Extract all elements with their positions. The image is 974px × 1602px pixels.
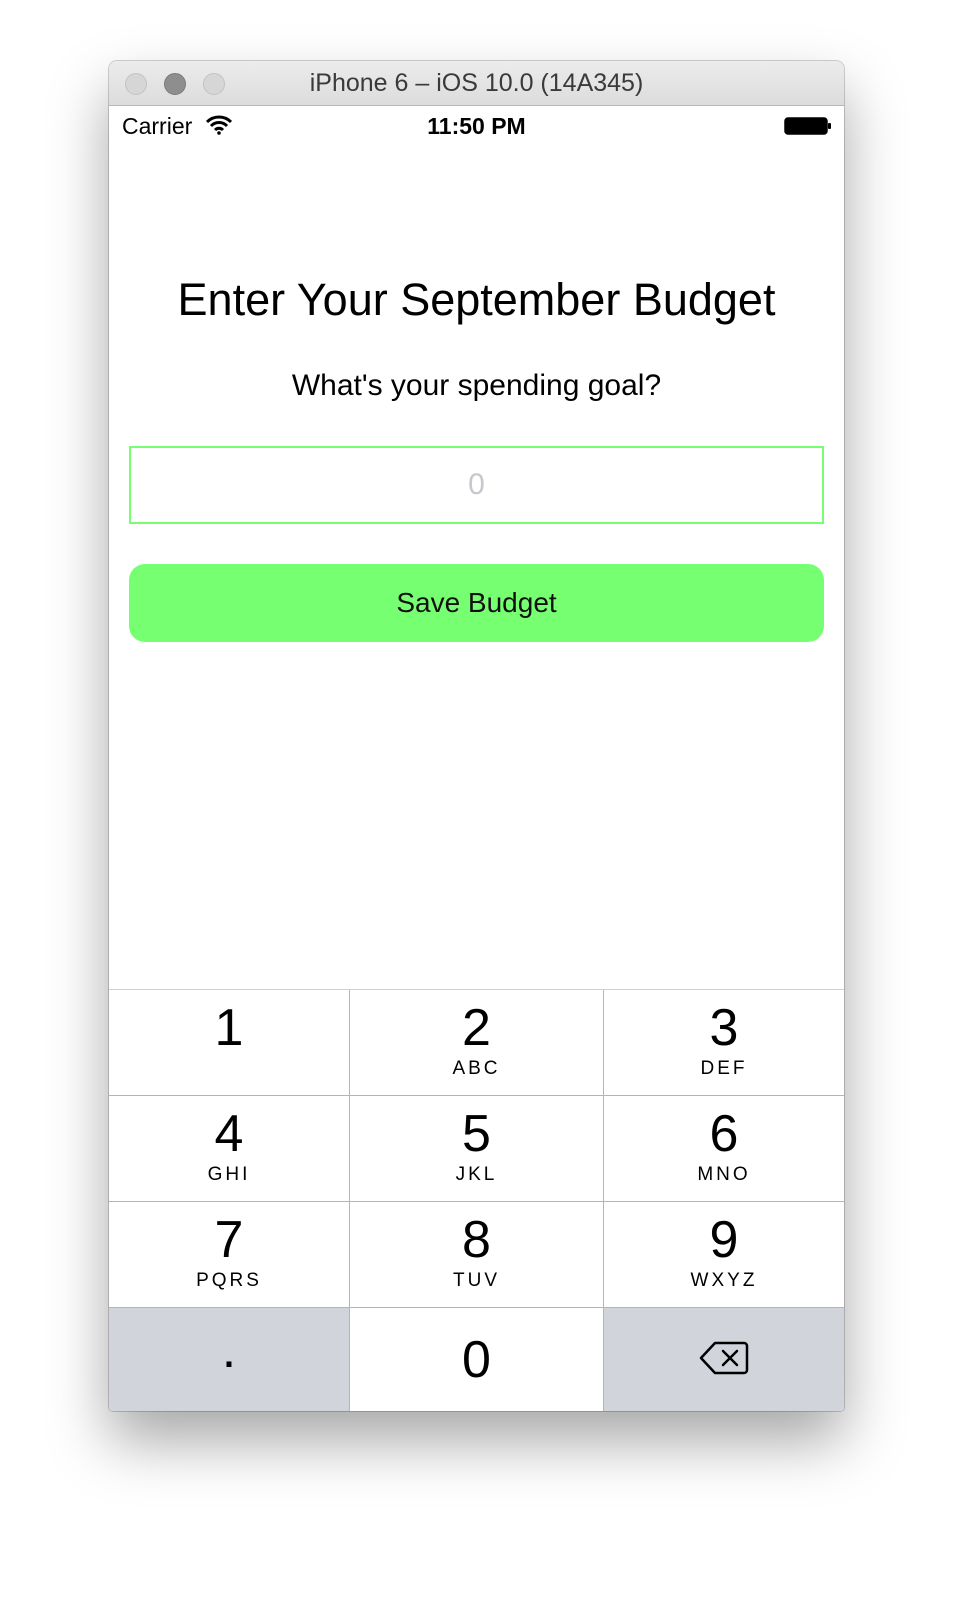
key-letters: PQRS bbox=[196, 1270, 262, 1291]
battery-icon bbox=[784, 117, 831, 135]
key-digit: 7 bbox=[214, 1211, 244, 1269]
key-digit: 8 bbox=[462, 1211, 491, 1269]
key-digit: 9 bbox=[709, 1211, 739, 1269]
keypad-divider bbox=[109, 1095, 844, 1096]
device-screen: Carrier 11:50 PM Enter Your September Bu… bbox=[109, 106, 844, 1411]
key-letters: DEF bbox=[700, 1058, 748, 1079]
save-budget-button[interactable]: Save Budget bbox=[129, 564, 824, 642]
keypad-divider bbox=[109, 1201, 844, 1202]
key-digit: . bbox=[221, 1321, 237, 1379]
key-7[interactable]: 7 PQRS bbox=[109, 1202, 349, 1307]
key-9[interactable]: 9 WXYZ bbox=[604, 1202, 844, 1307]
key-letters: WXYZ bbox=[690, 1270, 758, 1291]
key-decimal[interactable]: . bbox=[109, 1308, 349, 1411]
window-titlebar: iPhone 6 – iOS 10.0 (14A345) bbox=[109, 61, 844, 106]
key-letters: MNO bbox=[697, 1164, 751, 1185]
key-letters: GHI bbox=[207, 1164, 251, 1185]
key-backspace[interactable] bbox=[604, 1308, 844, 1411]
status-bar: Carrier 11:50 PM bbox=[109, 106, 844, 146]
key-digit: 0 bbox=[462, 1331, 491, 1389]
key-digit: 5 bbox=[462, 1105, 491, 1163]
key-0[interactable]: 0 bbox=[350, 1308, 603, 1411]
spending-goal-prompt: What's your spending goal? bbox=[291, 369, 662, 402]
key-letters: JKL bbox=[455, 1164, 498, 1185]
numeric-keypad: 1 2 ABC 3 DEF 4 GHI 5 JKL 6 MNO 7 PQRS 8… bbox=[109, 989, 844, 1411]
key-4[interactable]: 4 GHI bbox=[109, 1096, 349, 1201]
budget-amount-input[interactable] bbox=[129, 446, 824, 524]
status-time: 11:50 PM bbox=[427, 113, 526, 139]
key-digit: 4 bbox=[214, 1105, 244, 1163]
key-digit: 6 bbox=[709, 1105, 739, 1163]
simulator-window: iPhone 6 – iOS 10.0 (14A345) Carrier 11:… bbox=[109, 61, 844, 1411]
key-digit: 3 bbox=[709, 999, 739, 1057]
key-6[interactable]: 6 MNO bbox=[604, 1096, 844, 1201]
backspace-icon bbox=[699, 1341, 749, 1375]
key-5[interactable]: 5 JKL bbox=[350, 1096, 603, 1201]
key-digit: 1 bbox=[214, 999, 244, 1057]
keypad-divider bbox=[109, 1307, 844, 1308]
key-1[interactable]: 1 bbox=[109, 990, 349, 1095]
page-title: Enter Your September Budget bbox=[177, 274, 776, 325]
key-8[interactable]: 8 TUV bbox=[350, 1202, 603, 1307]
window-title: iPhone 6 – iOS 10.0 (14A345) bbox=[309, 69, 644, 97]
key-3[interactable]: 3 DEF bbox=[604, 990, 844, 1095]
key-letters: TUV bbox=[453, 1270, 500, 1291]
key-digit: 2 bbox=[462, 999, 491, 1057]
key-letters: ABC bbox=[452, 1058, 501, 1079]
key-2[interactable]: 2 ABC bbox=[350, 990, 603, 1095]
